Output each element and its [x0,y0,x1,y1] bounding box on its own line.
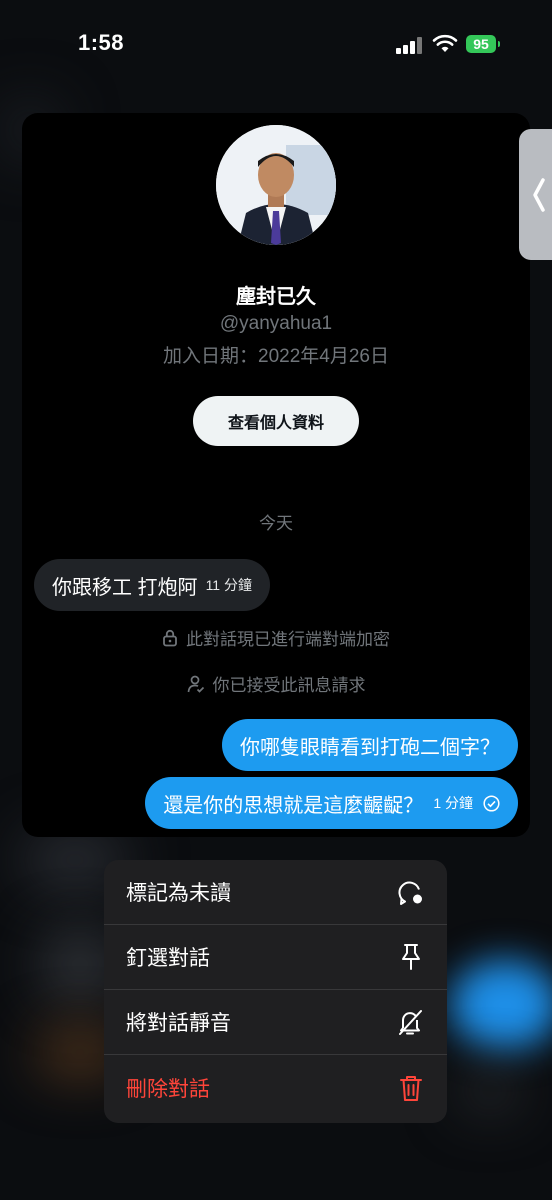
menu-item-mark-unread[interactable]: 標記為未讀 [104,860,447,925]
profile-joined-date: 加入日期：2022年4月26日 [163,346,389,367]
wifi-icon [432,34,458,52]
system-text: 你已接受此訊息請求 [212,676,366,695]
battery-indicator: 95 [466,35,500,53]
incoming-message[interactable]: 你跟移工 打炮阿 11 分鐘 [34,559,270,611]
request-accepted-notice: 你已接受此訊息請求 [22,671,530,696]
person-check-icon [187,675,204,693]
menu-item-label: 刪除對話 [126,1077,210,1101]
profile-name: 塵封已久 [236,286,316,308]
avatar[interactable] [216,125,336,245]
chevron-left-icon [533,177,545,212]
outgoing-message[interactable]: 你哪隻眼睛看到打砲二個字？ [222,719,518,771]
system-text: 此對話現已進行端對端加密 [186,630,390,649]
view-profile-button[interactable]: 查看個人資料 [193,396,359,446]
profile-handle: @yanyahua1 [219,313,333,334]
message-text: 還是你的思想就是這麼齷齪？ [163,794,424,817]
pin-icon [402,944,420,970]
lock-icon [163,629,177,646]
encryption-notice: 此對話現已進行端對端加密 [22,625,530,650]
sent-check-icon [483,794,500,812]
date-divider: 今天 [259,514,293,533]
context-menu: 標記為未讀 釘選對話 將對話靜音 刪除對話 [104,860,447,1123]
menu-item-mute[interactable]: 將對話靜音 [104,990,447,1055]
menu-item-label: 標記為未讀 [126,882,231,905]
menu-item-delete[interactable]: 刪除對話 [104,1055,447,1120]
battery-level: 95 [473,36,489,52]
status-bar: 1:58 95 [0,0,552,90]
menu-item-pin[interactable]: 釘選對話 [104,925,447,990]
mark-unread-icon [398,881,422,905]
message-text: 你哪隻眼睛看到打砲二個字？ [240,736,500,759]
conversation-preview[interactable]: 塵封已久 @yanyahua1 加入日期：2022年4月26日 查看個人資料 今… [22,113,530,837]
message-text: 你跟移工 打炮阿 [52,576,198,599]
menu-item-label: 將對話靜音 [126,1012,231,1035]
side-handle[interactable] [519,129,552,260]
outgoing-message[interactable]: 還是你的思想就是這麼齷齪？ 1 分鐘 [145,777,518,829]
message-time: 11 分鐘 [205,577,252,593]
cellular-signal-icon [396,36,422,54]
message-time: 1 分鐘 [433,795,473,811]
bell-off-icon [399,1010,422,1035]
menu-item-label: 釘選對話 [126,947,210,970]
trash-icon [400,1075,422,1101]
status-time: 1:58 [78,30,125,55]
avatar-photo [216,125,336,245]
